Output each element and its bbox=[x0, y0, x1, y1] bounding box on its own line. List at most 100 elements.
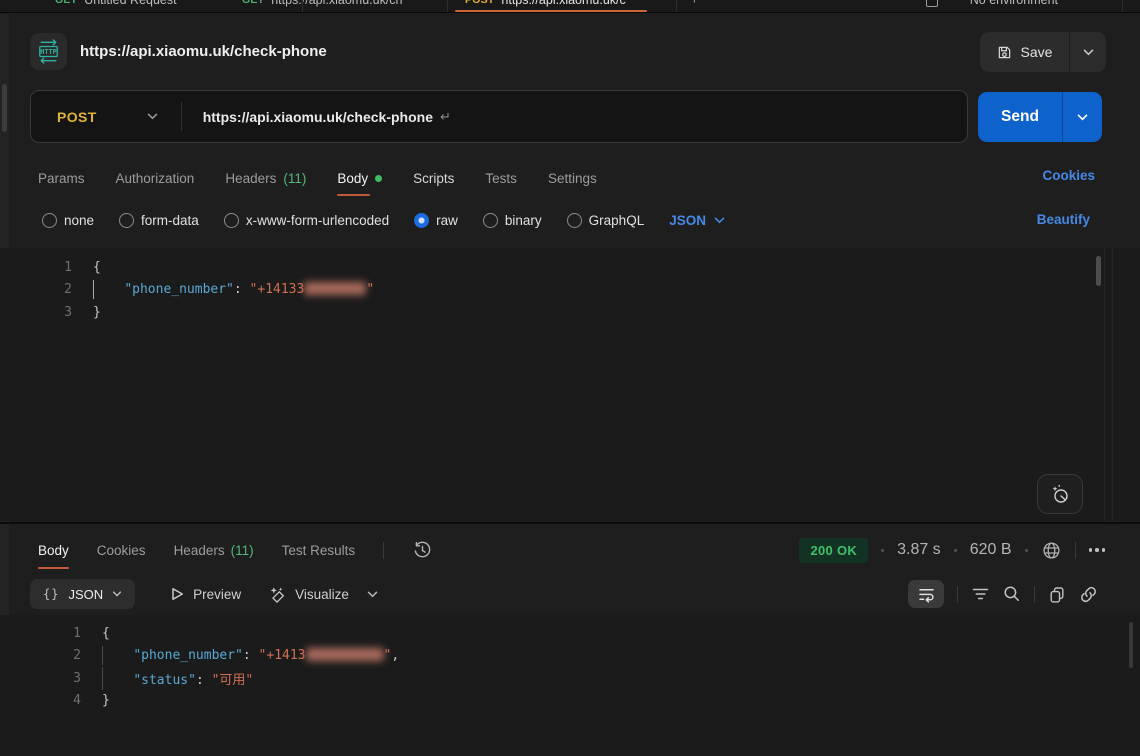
tab-title: https://api.xiaomu.uk/ch bbox=[271, 0, 402, 7]
tab-label: Settings bbox=[548, 171, 597, 186]
request-tab-body[interactable]: Body bbox=[337, 160, 382, 196]
format-label: JSON bbox=[68, 587, 103, 602]
search-button[interactable] bbox=[1003, 585, 1021, 603]
response-status-bar: 200 OK 3.87 s 620 B bbox=[799, 531, 1105, 569]
code-content[interactable]: } bbox=[102, 693, 110, 708]
body-type-graphql[interactable]: GraphQL bbox=[567, 213, 645, 228]
tab-label: Tests bbox=[485, 171, 517, 186]
response-size: 620 B bbox=[970, 541, 1012, 559]
response-tab-headers[interactable]: Headers (11) bbox=[174, 531, 254, 569]
body-type-none[interactable]: none bbox=[42, 213, 94, 228]
active-tab-underline bbox=[455, 10, 647, 12]
request-tab-settings[interactable]: Settings bbox=[548, 160, 597, 196]
radio-label: none bbox=[64, 213, 94, 228]
request-tab-params[interactable]: Params bbox=[38, 160, 85, 196]
link-button[interactable] bbox=[1079, 585, 1098, 604]
visualize-button[interactable]: Visualize bbox=[267, 585, 349, 604]
divider bbox=[383, 542, 384, 559]
code-line: 3 "status": "可用" bbox=[32, 667, 1094, 690]
history-button[interactable] bbox=[412, 540, 433, 561]
filter-icon bbox=[971, 586, 990, 602]
radio-icon bbox=[567, 213, 582, 228]
tab-title: Untitled Request bbox=[84, 0, 176, 7]
sidebar-scroll-handle[interactable] bbox=[2, 84, 7, 132]
return-glyph: ↵ bbox=[440, 109, 451, 125]
dot-separator bbox=[1025, 549, 1028, 552]
divider bbox=[1034, 586, 1035, 603]
environment-selector[interactable]: No environment bbox=[970, 0, 1058, 7]
body-type-raw[interactable]: raw bbox=[414, 213, 458, 228]
tab-count: (11) bbox=[231, 543, 254, 558]
line-number: 1 bbox=[23, 260, 72, 275]
response-tab-test-results[interactable]: Test Results bbox=[282, 531, 356, 569]
body-type-binary[interactable]: binary bbox=[483, 213, 542, 228]
editor-scrollbar[interactable] bbox=[1096, 256, 1101, 286]
app-window: GETUntitled Request GEThttps://api.xiaomu… bbox=[0, 0, 1140, 756]
network-info-button[interactable] bbox=[1041, 540, 1062, 561]
code-content[interactable]: "phone_number": "+14133" bbox=[93, 282, 374, 297]
response-toolbar: {} JSON Preview Visualize bbox=[30, 579, 378, 609]
tab-label: Headers bbox=[174, 543, 225, 558]
response-format-select[interactable]: {} JSON bbox=[30, 579, 135, 609]
save-label: Save bbox=[1021, 44, 1053, 60]
postbot-button[interactable] bbox=[1037, 474, 1083, 514]
workspace-tab[interactable]: GETUntitled Request bbox=[55, 0, 177, 7]
svg-text:HTTP: HTTP bbox=[40, 48, 56, 56]
code-content[interactable]: } bbox=[93, 305, 101, 320]
radio-icon bbox=[42, 213, 57, 228]
code-line: 4} bbox=[32, 690, 1094, 713]
new-tab-button[interactable]: + bbox=[690, 0, 699, 8]
copy-icon bbox=[1048, 585, 1066, 603]
copy-button[interactable] bbox=[1048, 585, 1066, 603]
more-options-button[interactable] bbox=[1089, 548, 1106, 552]
body-type-form-data[interactable]: form-data bbox=[119, 213, 199, 228]
status-badge[interactable]: 200 OK bbox=[799, 538, 868, 563]
beautify-link[interactable]: Beautify bbox=[1037, 212, 1090, 227]
code-content[interactable]: "status": "可用" bbox=[102, 669, 253, 688]
workspace-tab-bar: GETUntitled Request GEThttps://api.xiaomu… bbox=[0, 0, 1140, 13]
response-body-editor[interactable]: 1{2 "phone_number": "+1413",3 "status": … bbox=[0, 615, 1140, 756]
preview-button[interactable]: Preview bbox=[171, 587, 241, 602]
workspace-tab[interactable]: GEThttps://api.xiaomu.uk/ch bbox=[242, 0, 403, 7]
tab-title: https://api.xiaomu.uk/c bbox=[501, 0, 625, 7]
response-tab-cookies[interactable]: Cookies bbox=[97, 531, 146, 569]
tab-label: Headers bbox=[225, 171, 276, 186]
request-tab-scripts[interactable]: Scripts bbox=[413, 160, 454, 196]
preview-label: Preview bbox=[193, 587, 241, 602]
filter-button[interactable] bbox=[971, 586, 990, 602]
environment-icon bbox=[926, 0, 938, 7]
code-content[interactable]: { bbox=[93, 260, 101, 275]
tab-label: Body bbox=[337, 171, 368, 186]
request-body-editor[interactable]: 1{2 "phone_number": "+14133"3} bbox=[0, 248, 1140, 521]
request-tabs: Params Authorization Headers(11) Body Script… bbox=[38, 160, 597, 196]
code-line: 3} bbox=[23, 301, 1094, 324]
format-options-chevron[interactable] bbox=[367, 591, 378, 598]
pane-divider[interactable] bbox=[0, 522, 1140, 524]
cookies-link[interactable]: Cookies bbox=[1042, 168, 1095, 183]
url-input[interactable]: https://api.xiaomu.uk/check-phone bbox=[203, 109, 433, 125]
request-tab-authorization[interactable]: Authorization bbox=[116, 160, 195, 196]
method-selector[interactable]: POST bbox=[57, 109, 97, 125]
body-type-x-www-form-urlencoded[interactable]: x-www-form-urlencoded bbox=[224, 213, 389, 228]
save-button[interactable]: Save bbox=[980, 32, 1069, 72]
tab-divider bbox=[302, 0, 303, 13]
divider bbox=[957, 586, 958, 603]
response-tab-body[interactable]: Body bbox=[38, 531, 69, 569]
line-number: 2 bbox=[32, 648, 81, 663]
response-scrollbar[interactable] bbox=[1129, 622, 1133, 668]
code-content[interactable]: "phone_number": "+1413", bbox=[102, 648, 399, 663]
tab-label: Scripts bbox=[413, 171, 454, 186]
wrap-lines-button[interactable] bbox=[908, 580, 944, 608]
send-button[interactable]: Send bbox=[978, 108, 1062, 126]
workspace-tab[interactable]: POSThttps://api.xiaomu.uk/c bbox=[465, 0, 626, 7]
request-tab-tests[interactable]: Tests bbox=[485, 160, 517, 196]
line-number: 3 bbox=[32, 671, 81, 686]
send-options-button[interactable] bbox=[1063, 92, 1102, 142]
save-options-button[interactable] bbox=[1070, 32, 1106, 72]
raw-format-select[interactable]: JSON bbox=[669, 213, 725, 228]
code-content[interactable]: { bbox=[102, 626, 110, 641]
request-tab-headers[interactable]: Headers(11) bbox=[225, 160, 306, 196]
method-chevron-icon[interactable] bbox=[147, 113, 158, 120]
send-split-button: Send bbox=[978, 92, 1102, 142]
editor-border bbox=[1112, 248, 1113, 521]
